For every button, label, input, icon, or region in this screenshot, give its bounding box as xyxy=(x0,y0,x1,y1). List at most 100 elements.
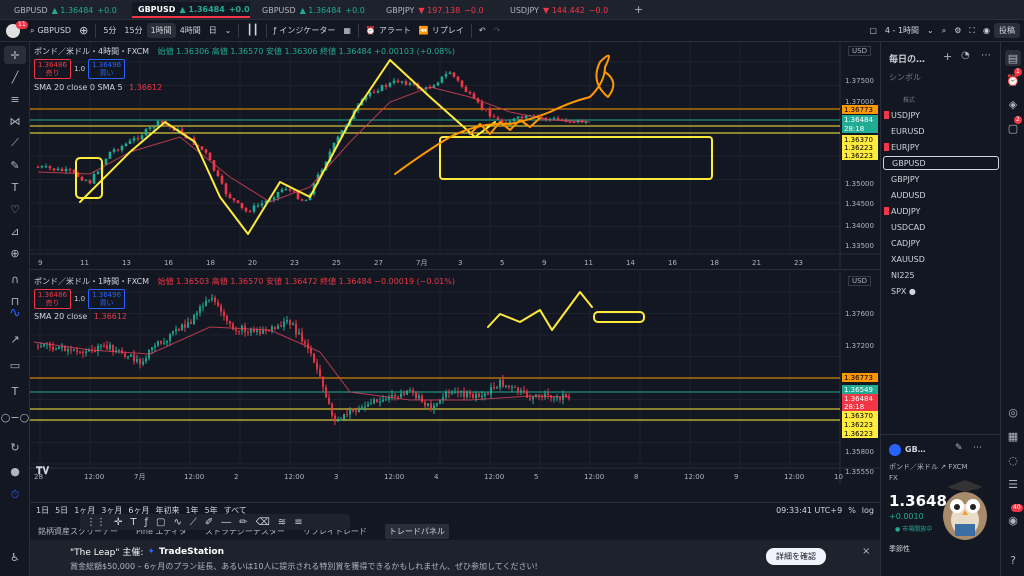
watchlist-item[interactable]: GBPJPY xyxy=(883,172,999,186)
edit-icon[interactable]: ✎ xyxy=(955,443,963,453)
text-tool-icon[interactable]: T xyxy=(4,382,26,400)
bulb-icon[interactable]: ◌ xyxy=(1005,452,1021,468)
connector-icon[interactable]: ○−○ xyxy=(1,408,29,426)
camera-icon[interactable]: ◉ xyxy=(979,26,994,35)
chart-icon[interactable]: ◔ xyxy=(961,50,970,61)
buy-chip[interactable]: 1.36496 買い xyxy=(88,289,126,309)
fib-icon[interactable]: ≡ xyxy=(4,90,26,108)
section-label[interactable]: 株式 xyxy=(903,95,915,104)
timer-icon[interactable]: ⏱ xyxy=(4,486,26,504)
brush-icon[interactable]: ✎ xyxy=(4,156,26,174)
interval-15m[interactable]: 15分 xyxy=(120,25,146,36)
range-1d[interactable]: 1日 xyxy=(36,505,49,516)
arrow-icon[interactable]: ↗ xyxy=(4,330,26,348)
zoom-icon[interactable]: ⊕ xyxy=(4,244,26,262)
cursor-icon[interactable]: ✛ xyxy=(114,517,122,528)
sell-chip[interactable]: 1.36486 売り xyxy=(34,59,71,79)
indicators-button[interactable]: ƒ インジケーター xyxy=(270,25,340,36)
interval-1d[interactable]: 日 xyxy=(205,25,221,36)
layout-icon[interactable]: ▢ xyxy=(865,26,881,35)
refresh-icon[interactable]: ↻ xyxy=(4,438,26,456)
path-icon[interactable]: ∿ xyxy=(173,517,181,528)
watchlist-title[interactable]: 毎日の… xyxy=(889,52,925,65)
watchlist-item[interactable]: CADJPY xyxy=(883,236,999,250)
indicator-legend[interactable]: SMA 20 close 0 SMA 5 1.36612 xyxy=(34,83,162,92)
drag-handle-icon[interactable]: ⋮⋮ xyxy=(86,517,106,528)
log-toggle[interactable]: log xyxy=(862,506,874,515)
chart-4h-canvas[interactable]: 1.37500 1.37000 1.35000 1.34500 1.34000 1.335… xyxy=(30,42,880,270)
replay-button[interactable]: ⏪ リプレイ xyxy=(415,25,468,36)
compare-icon[interactable]: ⊕ xyxy=(75,24,92,37)
magnet-icon[interactable]: ∩ xyxy=(4,270,26,288)
watchlist-item[interactable]: SPX ● xyxy=(883,284,999,298)
currency-selector[interactable]: USD xyxy=(848,46,871,56)
watchlist-item[interactable]: GBPUSD xyxy=(883,156,999,170)
accessibility-icon[interactable]: ♿ xyxy=(4,548,26,566)
percent-toggle[interactable]: % xyxy=(848,506,856,515)
heart-icon[interactable]: ♡ xyxy=(4,200,26,218)
interval-5m[interactable]: 5分 xyxy=(99,25,120,36)
range-5d[interactable]: 5日 xyxy=(55,505,68,516)
gear-icon[interactable]: ⚙ xyxy=(950,26,965,35)
watchlist-item[interactable]: EURJPY xyxy=(883,140,999,154)
layers-icon[interactable]: ◈ xyxy=(1005,96,1021,112)
fullscreen-icon[interactable]: ⛶ xyxy=(965,26,979,36)
chart-pane-1h[interactable]: 1.37600 1.37200 1.35800 1.35550 1.36773 1.365… xyxy=(30,272,880,484)
add-symbol-icon[interactable]: + xyxy=(943,50,952,63)
interval-1h[interactable]: 1時間 xyxy=(146,23,176,38)
watchlist-item[interactable]: XAUUSD xyxy=(883,252,999,266)
candle-type-icon[interactable]: ┃┃ xyxy=(242,25,262,36)
alert-button[interactable]: ⏰ アラート xyxy=(362,25,415,36)
sell-chip[interactable]: 1.36486 売り xyxy=(34,289,71,309)
curve-icon[interactable]: ∿ xyxy=(4,304,26,322)
clock-time[interactable]: 09:33:41 UTC+9 xyxy=(776,506,842,515)
tab-1[interactable]: GBPUSD ▲ 1.36484 +0.0 xyxy=(132,2,250,18)
buy-chip[interactable]: 1.36496 買い xyxy=(88,59,126,79)
tab-2[interactable]: GBPUSD ▲ 1.36484 +0.0 xyxy=(256,2,374,18)
ruler-icon[interactable]: ⊿ xyxy=(4,222,26,240)
ad-cta-button[interactable]: 詳細を確認 xyxy=(766,548,826,565)
rectangle-icon[interactable]: ▢ xyxy=(156,517,165,528)
watchlist-icon[interactable]: ▤ xyxy=(1005,50,1021,66)
highlighter-icon[interactable]: ✐ xyxy=(205,517,213,528)
redo-icon[interactable]: ↷ xyxy=(490,26,505,35)
watchlist-item[interactable]: EURUSD xyxy=(883,124,999,138)
list-icon[interactable]: ☰ xyxy=(1005,476,1021,492)
eraser-icon[interactable]: ⌫ xyxy=(256,517,270,528)
crosshair-icon[interactable]: ✛ xyxy=(4,46,26,64)
target-icon[interactable]: ◎ xyxy=(1005,404,1021,420)
chart-1h-canvas[interactable]: 1.37600 1.37200 1.35800 1.35550 1.36773 1.365… xyxy=(30,272,880,484)
more-icon[interactable]: ⋯ xyxy=(981,50,991,61)
interval-4h[interactable]: 4時間 xyxy=(176,25,205,36)
watchlist-item[interactable]: AUDUSD xyxy=(883,188,999,202)
help-icon[interactable]: ? xyxy=(1005,552,1021,568)
settings-icon[interactable]: ≋ xyxy=(278,517,286,528)
line-icon[interactable]: ― xyxy=(221,517,231,528)
calendar-icon[interactable]: ▦ xyxy=(1005,428,1021,444)
avatar[interactable]: 11 xyxy=(0,20,28,42)
templates-icon[interactable]: ▦ xyxy=(339,26,355,35)
tab-3[interactable]: GBPJPY ▼ 197.138 −0.0 xyxy=(380,2,498,18)
watchlist-item[interactable]: NI225 xyxy=(883,268,999,282)
chart-pane-4h[interactable]: 1.37500 1.37000 1.35000 1.34500 1.34000 1.335… xyxy=(30,42,880,270)
more-icon[interactable]: ⋯ xyxy=(973,443,982,453)
panel-trade[interactable]: トレードパネル xyxy=(384,523,449,539)
tab-4[interactable]: USDJPY ▼ 144.442 −0.0 xyxy=(504,2,622,18)
prediction-icon[interactable]: ⟋ xyxy=(4,134,26,152)
menu-icon[interactable]: ≡ xyxy=(294,517,302,528)
undo-icon[interactable]: ↶ xyxy=(475,26,490,35)
tab-0[interactable]: GBPUSD ▲ 1.36484 +0.0 xyxy=(8,2,126,18)
publish-button[interactable]: 投稿 xyxy=(994,23,1020,38)
symbol-search[interactable]: ⌕ GBPUSD xyxy=(26,26,75,36)
pattern-icon[interactable]: ⋈ xyxy=(4,112,26,130)
search-icon[interactable]: ⌕ xyxy=(938,26,950,36)
colorwheel-icon[interactable]: ● xyxy=(4,462,26,480)
chevron-down-icon[interactable]: ⌄ xyxy=(221,26,236,35)
pencil-icon[interactable]: ✏ xyxy=(239,517,247,528)
watchlist-item[interactable]: AUDJPY xyxy=(883,204,999,218)
symbol-column-header[interactable]: シンボル xyxy=(889,72,921,83)
close-icon[interactable]: × xyxy=(862,546,870,557)
currency-selector[interactable]: USD xyxy=(848,276,871,286)
watchlist-item[interactable]: USDCAD xyxy=(883,220,999,234)
new-tab-icon[interactable]: + xyxy=(634,3,643,16)
